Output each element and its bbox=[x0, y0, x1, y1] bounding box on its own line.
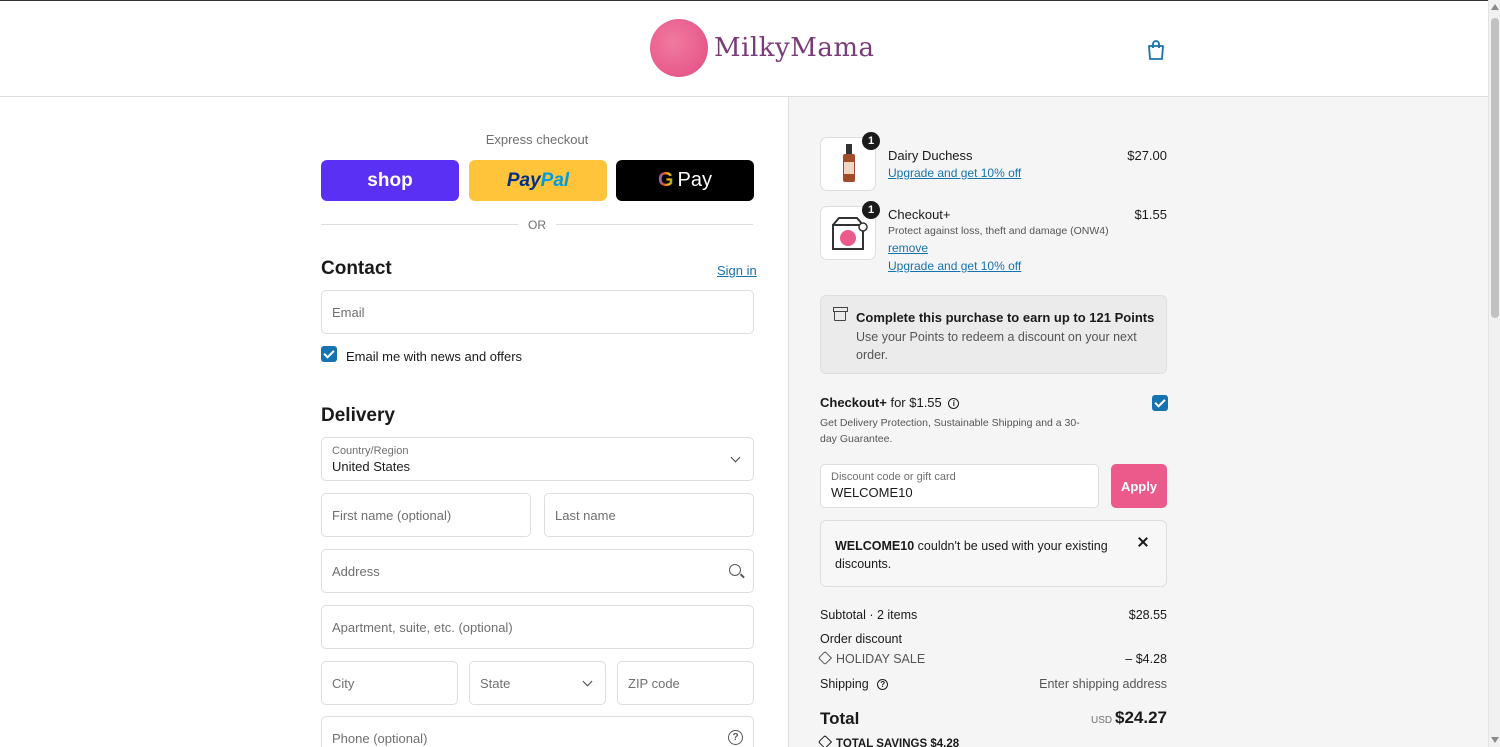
discount-code-input[interactable]: Discount code or gift card WELCOME10 bbox=[820, 464, 1099, 508]
checkout-plus-checkbox[interactable] bbox=[1152, 395, 1168, 411]
paypal-button[interactable]: Pay Pal bbox=[469, 160, 607, 201]
subtotal-label: Subtotal · 2 items bbox=[820, 608, 918, 622]
checkout-plus-title: Checkout+ for $1.55 i bbox=[820, 395, 960, 410]
sign-in-link[interactable]: Sign in bbox=[717, 263, 757, 278]
apartment-field[interactable]: Apartment, suite, etc. (optional) bbox=[321, 605, 754, 649]
scroll-up-arrow-icon[interactable] bbox=[1491, 4, 1499, 10]
logo-mark bbox=[650, 19, 708, 77]
info-icon[interactable]: i bbox=[948, 398, 960, 409]
city-field[interactable]: City bbox=[321, 661, 458, 705]
holiday-sale-label: HOLIDAY SALE bbox=[836, 652, 926, 666]
news-offers-label: Email me with news and offers bbox=[346, 349, 523, 364]
shopping-bag-icon[interactable] bbox=[1146, 39, 1166, 61]
points-title: Complete this purchase to earn up to 121… bbox=[856, 310, 1155, 325]
help-icon[interactable]: ? bbox=[877, 679, 889, 690]
or-text: OR bbox=[518, 218, 556, 232]
chevron-down-icon bbox=[730, 452, 741, 463]
total-value: $24.27 bbox=[1115, 708, 1167, 727]
zip-field[interactable]: ZIP code bbox=[617, 661, 754, 705]
paypal-label-part2: Pal bbox=[540, 169, 570, 191]
item-price: $1.55 bbox=[1134, 207, 1167, 222]
error-code: WELCOME10 bbox=[835, 539, 915, 553]
subtotal-value: $28.55 bbox=[1128, 608, 1167, 622]
brand-logo[interactable]: MilkyMama bbox=[650, 19, 874, 77]
apply-button[interactable]: Apply bbox=[1111, 464, 1167, 508]
discount-value: WELCOME10 bbox=[831, 485, 913, 500]
item-price: $27.00 bbox=[1127, 148, 1167, 163]
shipping-value: Enter shipping address bbox=[1039, 677, 1167, 691]
last-name-placeholder: Last name bbox=[555, 507, 616, 523]
holiday-sale-value: – $4.28 bbox=[1125, 652, 1167, 666]
address-placeholder: Address bbox=[332, 563, 380, 579]
country-label: Country/Region bbox=[332, 444, 409, 457]
address-field[interactable]: Address bbox=[321, 549, 754, 593]
state-select[interactable]: State bbox=[469, 661, 606, 705]
upgrade-link[interactable]: Upgrade and get 10% off bbox=[888, 166, 1021, 180]
item-description: Protect against loss, theft and damage (… bbox=[888, 225, 1109, 237]
apartment-placeholder: Apartment, suite, etc. (optional) bbox=[332, 619, 513, 635]
shipping-label: Shipping bbox=[820, 677, 869, 691]
total-currency: USD bbox=[1091, 715, 1113, 726]
tag-icon bbox=[817, 650, 833, 666]
holiday-sale-row: HOLIDAY SALE bbox=[817, 650, 926, 666]
express-checkout-label: Express checkout bbox=[485, 132, 589, 147]
order-discount-label: Order discount bbox=[820, 632, 902, 646]
checkout-plus-description: Get Delivery Protection, Sustainable Shi… bbox=[820, 417, 1080, 445]
first-name-field[interactable]: First name (optional) bbox=[321, 493, 531, 537]
last-name-field[interactable]: Last name bbox=[544, 493, 754, 537]
search-icon bbox=[729, 564, 741, 576]
points-text: Use your Points to redeem a discount on … bbox=[856, 330, 1137, 362]
contact-title: Contact bbox=[321, 258, 392, 279]
state-placeholder: State bbox=[480, 675, 511, 691]
chevron-down-icon bbox=[582, 676, 593, 687]
phone-placeholder: Phone (optional) bbox=[332, 730, 428, 746]
page-scrollbar[interactable] bbox=[1488, 0, 1500, 747]
item-name: Checkout+ bbox=[888, 207, 951, 222]
remove-link[interactable]: remove bbox=[888, 241, 928, 255]
city-placeholder: City bbox=[332, 675, 355, 691]
help-icon[interactable]: ? bbox=[728, 730, 743, 745]
site-header: MilkyMama bbox=[0, 0, 1488, 97]
discount-error-text: WELCOME10 couldn't be used with your exi… bbox=[835, 537, 1125, 573]
total-savings: TOTAL SAVINGS $4.28 bbox=[817, 734, 960, 747]
logo-text: MilkyMama bbox=[714, 33, 875, 63]
google-pay-button[interactable]: G Pay bbox=[616, 160, 754, 201]
close-icon[interactable] bbox=[1137, 536, 1149, 548]
tag-icon bbox=[817, 734, 833, 747]
item-name: Dairy Duchess bbox=[888, 148, 973, 163]
paypal-label-part1: Pay bbox=[506, 169, 541, 191]
upgrade-link[interactable]: Upgrade and get 10% off bbox=[888, 259, 1021, 273]
zip-placeholder: ZIP code bbox=[628, 675, 680, 691]
scroll-thumb[interactable] bbox=[1491, 18, 1499, 318]
discount-label: Discount code or gift card bbox=[831, 471, 956, 483]
total-savings-text: TOTAL SAVINGS $4.28 bbox=[836, 738, 960, 747]
quantity-badge: 1 bbox=[862, 132, 880, 150]
shop-pay-button[interactable]: shop bbox=[321, 160, 459, 201]
google-g-icon: G bbox=[657, 169, 674, 191]
news-offers-checkbox[interactable] bbox=[321, 346, 337, 362]
gift-icon bbox=[833, 307, 848, 321]
country-select[interactable]: Country/Region United States bbox=[321, 437, 754, 481]
total-label: Total bbox=[820, 709, 860, 728]
phone-field[interactable]: Phone (optional) ? bbox=[321, 716, 754, 747]
first-name-placeholder: First name (optional) bbox=[332, 507, 452, 523]
gpay-label: Pay bbox=[677, 169, 713, 191]
checkout-plus-price: for $1.55 bbox=[890, 395, 942, 410]
scroll-down-arrow-icon[interactable] bbox=[1491, 737, 1499, 743]
shipping-row: Shipping ? bbox=[820, 677, 889, 691]
country-value: United States bbox=[332, 458, 411, 474]
email-placeholder: Email bbox=[332, 304, 365, 320]
email-field[interactable]: Email bbox=[321, 290, 754, 334]
quantity-badge: 1 bbox=[862, 201, 880, 219]
delivery-title: Delivery bbox=[321, 405, 395, 426]
checkout-plus-name: Checkout+ bbox=[820, 395, 887, 410]
